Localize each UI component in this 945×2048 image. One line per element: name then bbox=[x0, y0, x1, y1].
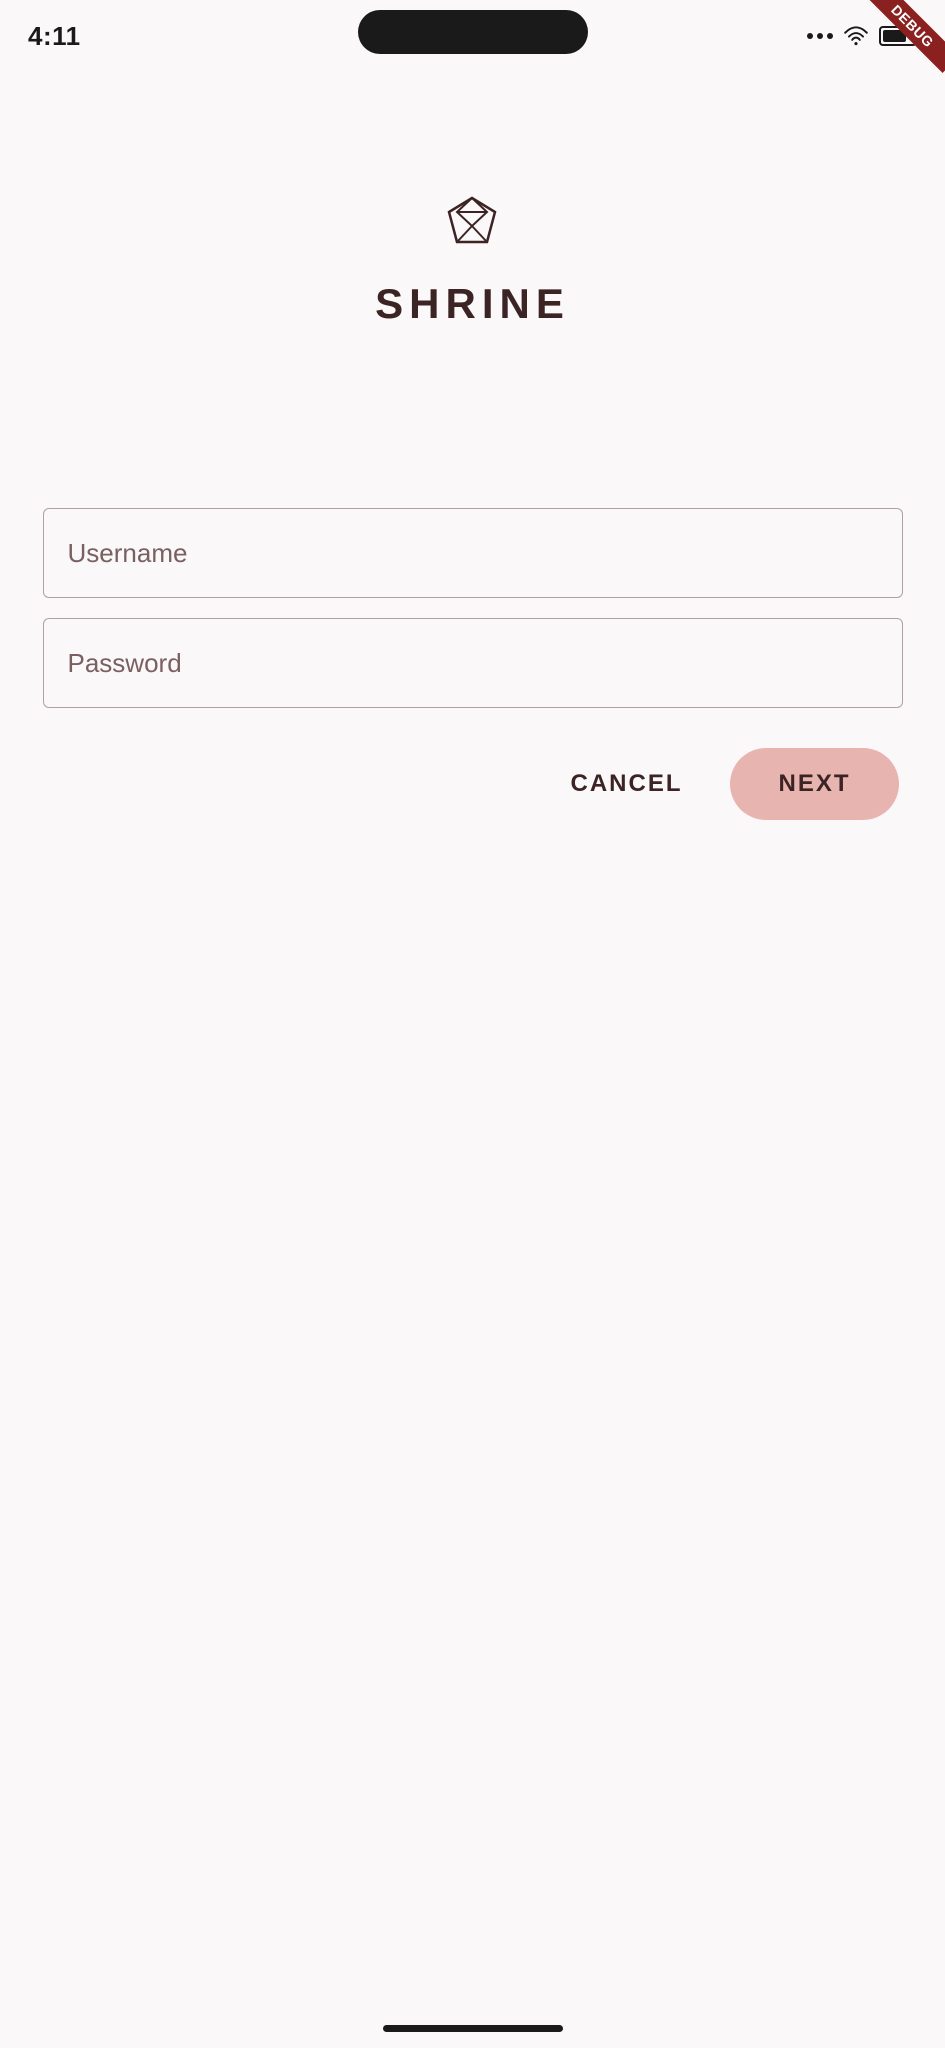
logo-container: SHRINE bbox=[375, 190, 570, 328]
cancel-button[interactable]: CANCEL bbox=[550, 754, 702, 814]
notch bbox=[358, 10, 588, 54]
shrine-logo-icon bbox=[437, 190, 507, 260]
debug-badge: DEBUG bbox=[865, 0, 945, 80]
debug-label: DEBUG bbox=[865, 0, 945, 73]
app-title: SHRINE bbox=[375, 280, 570, 328]
form-container: CANCEL NEXT bbox=[43, 508, 903, 820]
username-input[interactable] bbox=[43, 508, 903, 598]
status-time: 4:11 bbox=[28, 21, 81, 52]
signal-icon bbox=[807, 33, 833, 39]
main-content: SHRINE CANCEL NEXT bbox=[0, 190, 945, 820]
buttons-row: CANCEL NEXT bbox=[43, 748, 903, 820]
home-indicator bbox=[383, 2025, 563, 2032]
password-input[interactable] bbox=[43, 618, 903, 708]
status-bar: 4:11 bbox=[0, 0, 945, 60]
next-button[interactable]: NEXT bbox=[730, 748, 898, 820]
